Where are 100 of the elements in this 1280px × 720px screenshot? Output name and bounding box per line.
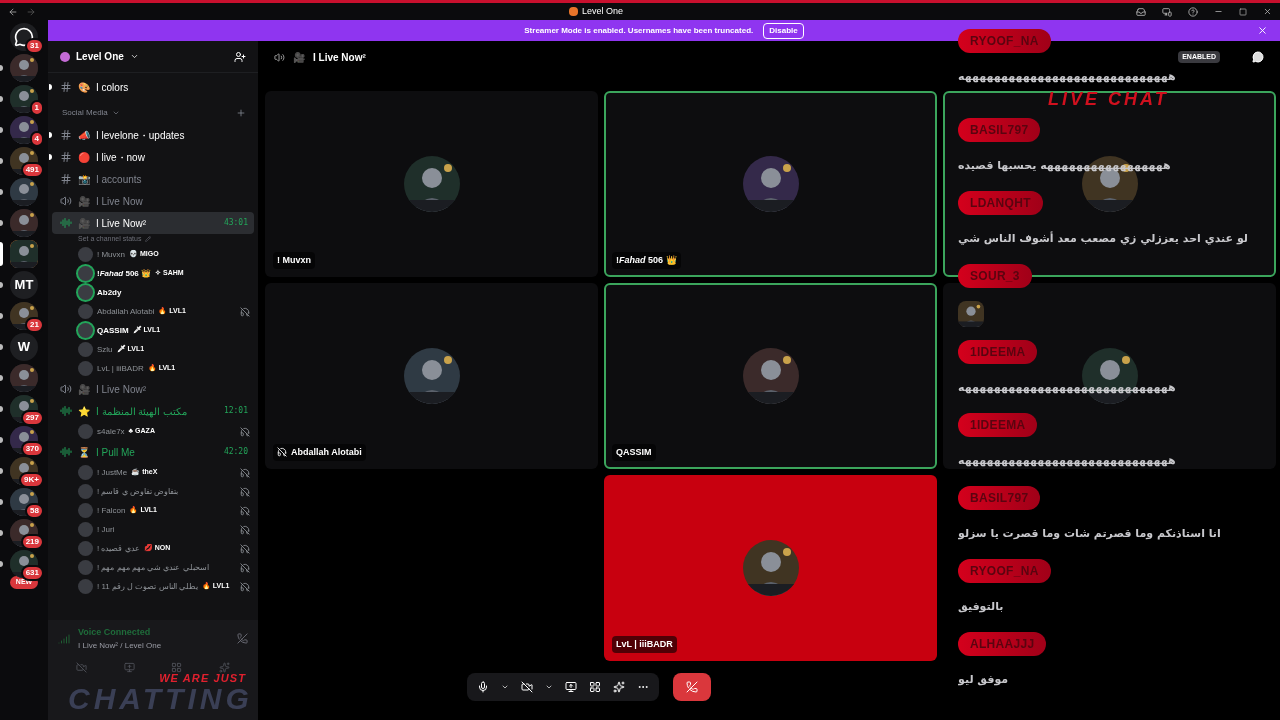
screen-icon[interactable] — [1162, 6, 1172, 17]
voice-member[interactable]: Ab2dy — [48, 283, 258, 302]
channel-item[interactable]: ⏳ I Pull Me 42:20 — [52, 441, 254, 463]
signal-icon — [58, 632, 70, 645]
channel-name: I مكتب الهيئة المنظمة — [96, 404, 188, 419]
server-icon[interactable] — [10, 488, 38, 516]
close-icon[interactable] — [1263, 7, 1272, 16]
chevron-icon — [111, 109, 120, 117]
voice-member[interactable]: ! اسحبلي عندي شي مهم مهم مهم — [48, 558, 258, 577]
server-icon[interactable] — [10, 364, 38, 392]
server-icon[interactable] — [10, 54, 38, 82]
inbox-icon[interactable] — [1136, 6, 1146, 17]
screen-share-icon[interactable] — [565, 681, 577, 693]
mention-badge: 219 — [20, 534, 44, 550]
app-icon — [569, 7, 578, 16]
server-icon[interactable] — [10, 178, 38, 206]
disconnect-icon[interactable] — [237, 633, 248, 645]
channel-name: I Pull Me — [96, 445, 135, 460]
chat-message: بالتوفيق — [958, 599, 1004, 616]
channel-name: I Live Now² — [96, 216, 146, 231]
disconnect-button[interactable] — [673, 673, 711, 701]
server-initials: W — [17, 338, 31, 357]
video-tile[interactable]: LvL | iiiBADR — [604, 475, 937, 661]
mention-badge: 58 — [25, 503, 44, 519]
member-name: Szlu — [97, 343, 113, 356]
member-name: Ab2dy — [97, 286, 122, 299]
voice-status: Voice Connected — [78, 626, 152, 639]
member-name: !Fahad 506 👑 — [97, 267, 152, 280]
activities-icon[interactable] — [589, 681, 601, 693]
channel-title: I Live Now² — [313, 50, 366, 65]
server-icon[interactable]: W — [10, 333, 38, 361]
channel-item[interactable]: 📣 I levelone・updates — [52, 124, 254, 146]
channel-item[interactable]: 🎥 I Live Now — [52, 190, 254, 212]
channel-item[interactable]: 🔴 I live・now — [52, 146, 254, 168]
member-name: ! Juri — [97, 523, 115, 536]
channel-item[interactable]: 🎥 I Live Now² 43:01 — [52, 212, 254, 234]
chat-username: 1IDEEMA — [958, 413, 1038, 437]
channel-item[interactable]: 📸 I accounts — [52, 168, 254, 190]
channel-emoji: ⭐ — [78, 404, 90, 419]
video-tile[interactable] — [943, 283, 1276, 469]
chat-message: انا استاذنكم وما قصرتم شات وما قصرت يا سزلو — [958, 526, 1221, 543]
server-name[interactable]: Level One — [76, 49, 124, 64]
voice-timer: 42:20 — [223, 446, 248, 458]
back-icon[interactable] — [8, 6, 18, 17]
hang-up-icon — [686, 681, 698, 693]
chat-username: LDANQHT — [958, 191, 1043, 215]
caret-icon[interactable] — [501, 683, 509, 691]
disable-button[interactable]: Disable — [763, 22, 804, 39]
chevron-icon — [129, 52, 139, 61]
maximize-icon[interactable] — [1239, 7, 1247, 16]
channel-emoji: 📸 — [78, 172, 90, 187]
server-emblem-icon — [60, 51, 70, 62]
help-icon[interactable] — [1188, 6, 1198, 17]
video-tile[interactable]: ! Muvxn — [265, 91, 598, 277]
channel-emoji: 🎥 — [78, 382, 90, 397]
channel-emoji: 🎥 — [293, 50, 305, 65]
member-name: ! Muvxn — [97, 248, 125, 261]
chat-username: SOUR_3 — [958, 264, 1032, 288]
server-icon[interactable] — [10, 116, 38, 144]
chat-username: 1IDEEMA — [958, 340, 1038, 364]
participant-name: Abdallah Alotabi — [291, 445, 362, 459]
channel-emoji: 🎥 — [78, 194, 90, 209]
member-name: ! JustMe — [97, 466, 128, 479]
add-channel-icon[interactable] — [236, 108, 246, 118]
voice-location[interactable]: I Live Now² / Level One — [78, 639, 162, 652]
chat-message: هههههههههههههههههههههههههههههه — [958, 380, 1176, 397]
caret-icon[interactable] — [545, 683, 553, 691]
voice-member[interactable]: ! Juri — [48, 520, 258, 539]
hash-icon — [60, 81, 72, 93]
channel-emoji: ⏳ — [78, 445, 90, 460]
server-icon[interactable] — [10, 85, 38, 113]
video-tile[interactable]: QASSIM — [604, 283, 937, 469]
channel-item[interactable]: 🎨 I colors — [52, 76, 254, 98]
channel-name: I accounts — [96, 172, 142, 187]
voice-member[interactable]: ! بتفاوض تفاوض ي قاسم — [48, 482, 258, 501]
channel-name: I colors — [96, 80, 129, 95]
mention-badge: 297 — [20, 410, 44, 426]
member-name: s4ale7x — [97, 425, 125, 438]
mention-badge: 21 — [25, 317, 44, 333]
server-icon[interactable] — [10, 240, 38, 268]
hash-icon — [60, 173, 72, 185]
member-name: ! اسحبلي عندي شي مهم مهم مهم — [97, 561, 209, 574]
video-tile[interactable]: Abdallah Alotabi — [265, 283, 598, 469]
microphone-icon[interactable] — [477, 681, 489, 693]
category-label[interactable]: Social Media — [62, 107, 108, 119]
video-tile[interactable]: !Fahad 506 👑 — [604, 91, 937, 277]
chat-icon[interactable] — [1252, 51, 1264, 63]
member-name: Abdallah Alotabi — [97, 305, 155, 318]
server-icon[interactable]: MT — [10, 271, 38, 299]
channel-item[interactable]: 🎥 I Live Now² — [52, 378, 254, 400]
chat-title: LIVE CHAT — [1048, 89, 1169, 109]
member-name: QASSIM — [97, 324, 129, 337]
channel-emoji: 🔴 — [78, 150, 90, 165]
close-icon[interactable] — [1257, 25, 1268, 36]
server-icon[interactable] — [10, 209, 38, 237]
invite-icon[interactable] — [234, 50, 246, 63]
mention-badge: 491 — [20, 162, 44, 178]
channel-name: I live・now — [96, 150, 145, 165]
chat-message: هههههههههههههههههه يحسبها قصيده — [958, 158, 1171, 175]
chat-message: هههههههههههههههههههههههههههههه — [958, 69, 1176, 86]
